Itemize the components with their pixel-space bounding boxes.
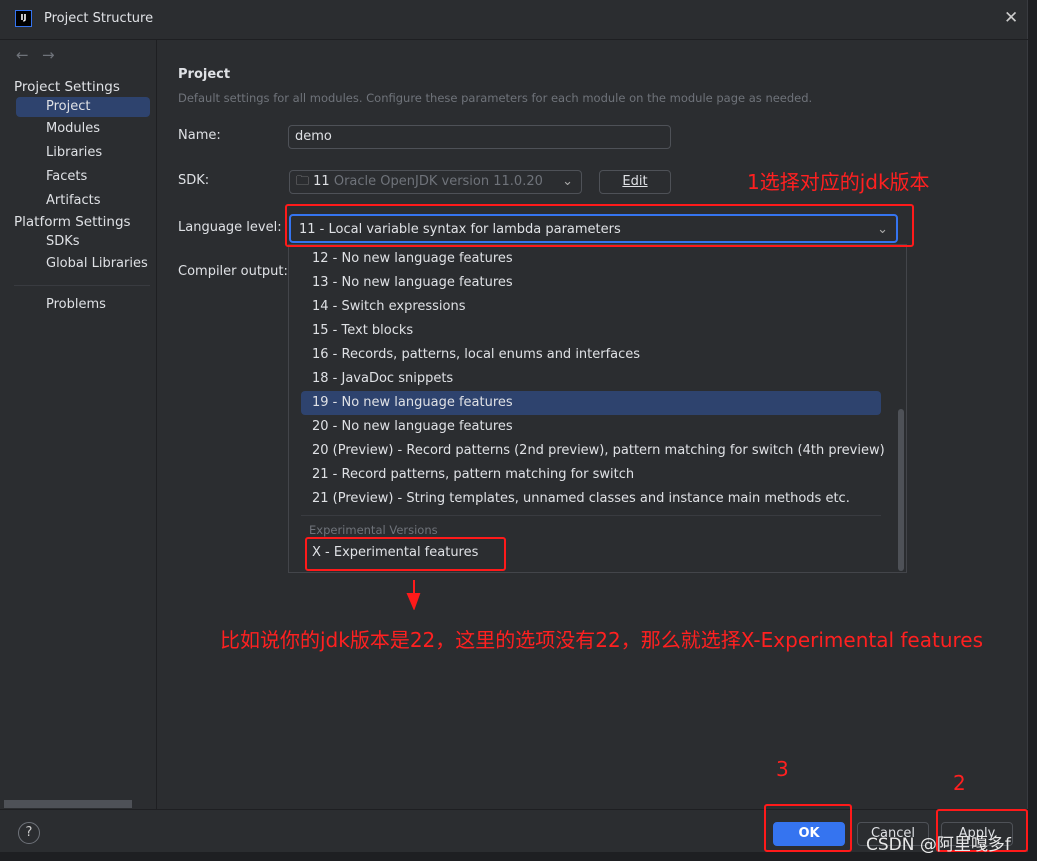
watermark: CSDN @阿里嘎多f (866, 835, 1011, 855)
sidebar-item-artifacts[interactable]: Artifacts (16, 191, 150, 211)
sidebar-item-project[interactable]: Project (16, 97, 150, 117)
compiler-output-label: Compiler output: (178, 264, 288, 279)
name-label: Name: (178, 128, 221, 143)
sidebar: ← → Project Settings Project Modules Lib… (0, 40, 157, 809)
annotation-step-3: 3 (776, 757, 789, 781)
dropdown-scrollbar[interactable] (898, 409, 904, 571)
dropdown-option[interactable]: 19 - No new language features (301, 391, 881, 415)
platform-settings-header: Platform Settings (14, 214, 131, 230)
sdk-label: SDK: (178, 173, 210, 188)
dropdown-option[interactable]: 12 - No new language features (301, 247, 881, 271)
title-bar: IJ Project Structure ✕ (0, 0, 1028, 40)
sidebar-item-modules[interactable]: Modules (16, 119, 150, 139)
window-title: Project Structure (44, 11, 154, 26)
annotation-arrow-icon (406, 580, 421, 610)
help-icon[interactable]: ? (18, 822, 40, 844)
language-level-label: Language level: (178, 220, 282, 235)
chevron-down-icon: ⌄ (562, 174, 573, 189)
intellij-logo: IJ (15, 10, 32, 27)
dropdown-option[interactable]: 15 - Text blocks (301, 319, 881, 343)
dropdown-option[interactable]: 21 - Record patterns, pattern matching f… (301, 463, 881, 487)
name-input[interactable]: demo (288, 125, 671, 149)
sidebar-item-global-libraries[interactable]: Global Libraries (16, 254, 150, 274)
experimental-versions-header: Experimental Versions (309, 523, 438, 537)
annotation-step-2: 2 (953, 771, 966, 795)
annotation-note-main: 比如说你的jdk版本是22，这里的选项没有22，那么就选择X-Experimen… (220, 628, 984, 652)
sdk-select[interactable]: 🗀 11 Oracle OpenJDK version 11.0.20 ⌄ (289, 170, 582, 194)
sidebar-item-libraries[interactable]: Libraries (16, 143, 150, 163)
page-description: Default settings for all modules. Config… (178, 91, 813, 105)
forward-arrow-icon[interactable]: → (42, 46, 55, 64)
edit-button[interactable]: Edit (599, 170, 671, 194)
sdk-name: Oracle OpenJDK version 11.0.20 (333, 174, 543, 189)
dropdown-separator (301, 515, 881, 516)
dropdown-option[interactable]: 13 - No new language features (301, 271, 881, 295)
dropdown-option[interactable]: 18 - JavaDoc snippets (301, 367, 881, 391)
dropdown-option[interactable]: 20 (Preview) - Record patterns (2nd prev… (301, 439, 885, 463)
annotation-box-language-level (285, 204, 914, 247)
dropdown-option[interactable]: 16 - Records, patterns, local enums and … (301, 343, 881, 367)
annotation-note-1: 1选择对应的jdk版本 (747, 170, 930, 194)
page-title: Project (178, 67, 231, 82)
language-level-dropdown: 12 - No new language features 13 - No new… (288, 244, 907, 573)
sdk-folder-icon: 🗀 (296, 174, 310, 189)
annotation-box-experimental (305, 537, 506, 571)
project-structure-dialog: IJ Project Structure ✕ ← → Project Setti… (0, 0, 1028, 852)
sidebar-item-problems[interactable]: Problems (16, 295, 150, 315)
sidebar-item-sdks[interactable]: SDKs (16, 232, 150, 252)
dropdown-option[interactable]: 21 (Preview) - String templates, unnamed… (301, 487, 881, 511)
dropdown-option[interactable]: 20 - No new language features (301, 415, 881, 439)
project-settings-header: Project Settings (14, 79, 120, 95)
sidebar-scrollbar[interactable] (4, 800, 132, 808)
back-arrow-icon[interactable]: ← (16, 46, 29, 64)
sidebar-item-facets[interactable]: Facets (16, 167, 150, 187)
sidebar-divider (14, 285, 150, 286)
sdk-version: 11 (313, 174, 330, 189)
dropdown-option[interactable]: 14 - Switch expressions (301, 295, 881, 319)
annotation-box-ok (764, 804, 852, 852)
background-editor (1028, 0, 1037, 861)
close-icon[interactable]: ✕ (1004, 8, 1018, 28)
